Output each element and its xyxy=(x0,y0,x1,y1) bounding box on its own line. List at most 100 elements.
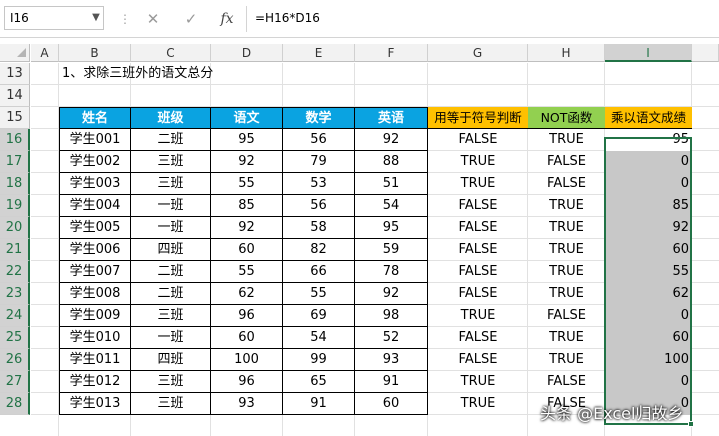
row-header-26[interactable]: 26 xyxy=(0,349,30,371)
column-header-a[interactable]: A xyxy=(31,44,59,62)
helper-cell[interactable]: TRUE xyxy=(428,393,528,415)
table-cell[interactable]: 60 xyxy=(211,239,283,261)
row-header-23[interactable]: 23 xyxy=(0,283,30,305)
table-cell[interactable]: 85 xyxy=(211,195,283,217)
table-cell[interactable]: 79 xyxy=(283,151,355,173)
table-cell[interactable]: 一班 xyxy=(131,327,211,349)
column-header-b[interactable]: B xyxy=(59,44,131,62)
table-cell[interactable]: 学生011 xyxy=(59,349,131,371)
table-cell[interactable]: 二班 xyxy=(131,283,211,305)
table-cell[interactable]: 52 xyxy=(355,327,428,349)
row-header-24[interactable]: 24 xyxy=(0,305,30,327)
helper-cell[interactable]: TRUE xyxy=(528,217,605,239)
helper-cell[interactable]: TRUE xyxy=(528,327,605,349)
table-cell[interactable]: 二班 xyxy=(131,129,211,151)
helper-cell[interactable]: FALSE xyxy=(428,283,528,305)
helper-cell[interactable]: TRUE xyxy=(528,261,605,283)
row-header-18[interactable]: 18 xyxy=(0,173,30,195)
helper-cell[interactable]: FALSE xyxy=(528,371,605,393)
table-cell[interactable]: 四班 xyxy=(131,239,211,261)
helper-cell[interactable]: TRUE xyxy=(528,195,605,217)
table-cell[interactable]: 学生003 xyxy=(59,173,131,195)
row-header-20[interactable]: 20 xyxy=(0,217,30,239)
formula-input[interactable]: =H16*D16 xyxy=(255,6,715,30)
row-header-13[interactable]: 13 xyxy=(0,63,30,85)
row-header-14[interactable]: 14 xyxy=(0,85,30,107)
table-cell[interactable]: 78 xyxy=(355,261,428,283)
table-cell[interactable]: 100 xyxy=(211,349,283,371)
table-cell[interactable]: 学生002 xyxy=(59,151,131,173)
table-cell[interactable]: 95 xyxy=(355,217,428,239)
table-cell[interactable]: 88 xyxy=(355,151,428,173)
helper-cell[interactable]: FALSE xyxy=(528,173,605,195)
table-cell[interactable]: 96 xyxy=(211,305,283,327)
row-header-16[interactable]: 16 xyxy=(0,129,30,151)
formula-bar-separator[interactable]: ⋮ xyxy=(119,9,131,29)
table-cell[interactable]: 95 xyxy=(211,129,283,151)
table-cell[interactable]: 学生006 xyxy=(59,239,131,261)
row-header-19[interactable]: 19 xyxy=(0,195,30,217)
cancel-icon[interactable]: ✕ xyxy=(142,8,164,30)
helper-cell[interactable]: FALSE xyxy=(528,151,605,173)
helper-cell[interactable]: FALSE xyxy=(528,305,605,327)
table-header-1[interactable]: 姓名 xyxy=(59,107,131,129)
table-cell[interactable]: 学生001 xyxy=(59,129,131,151)
helper-cell[interactable]: FALSE xyxy=(428,195,528,217)
chevron-down-icon[interactable]: ▼ xyxy=(88,6,104,30)
column-header-f[interactable]: F xyxy=(355,44,428,62)
table-cell[interactable]: 三班 xyxy=(131,173,211,195)
table-cell[interactable]: 四班 xyxy=(131,349,211,371)
table-header-5[interactable]: 英语 xyxy=(355,107,428,129)
helper-cell[interactable]: TRUE xyxy=(428,305,528,327)
helper-cell[interactable]: TRUE xyxy=(528,239,605,261)
helper-header-1[interactable]: 用等于符号判断 xyxy=(428,107,528,129)
table-cell[interactable]: 60 xyxy=(211,327,283,349)
helper-cell[interactable]: TRUE xyxy=(528,349,605,371)
fill-handle[interactable] xyxy=(688,421,694,427)
table-cell[interactable]: 99 xyxy=(283,349,355,371)
helper-cell[interactable]: TRUE xyxy=(428,371,528,393)
table-cell[interactable]: 56 xyxy=(283,129,355,151)
helper-header-3[interactable]: 乘以语文成绩 xyxy=(605,107,692,129)
table-cell[interactable]: 92 xyxy=(211,151,283,173)
table-cell[interactable]: 55 xyxy=(211,261,283,283)
table-cell[interactable]: 58 xyxy=(283,217,355,239)
table-cell[interactable]: 55 xyxy=(283,283,355,305)
helper-cell[interactable]: TRUE xyxy=(428,151,528,173)
table-cell[interactable]: 53 xyxy=(283,173,355,195)
helper-cell[interactable]: FALSE xyxy=(428,261,528,283)
column-header-h[interactable]: H xyxy=(528,44,605,62)
table-cell[interactable]: 59 xyxy=(355,239,428,261)
table-cell[interactable]: 69 xyxy=(283,305,355,327)
row-header-15[interactable]: 15 xyxy=(0,107,30,129)
table-cell[interactable]: 54 xyxy=(283,327,355,349)
table-cell[interactable]: 51 xyxy=(355,173,428,195)
table-cell[interactable]: 三班 xyxy=(131,305,211,327)
column-header-e[interactable]: E xyxy=(283,44,355,62)
column-header-i[interactable]: I xyxy=(605,44,692,62)
helper-cell[interactable]: FALSE xyxy=(428,239,528,261)
table-cell[interactable]: 54 xyxy=(355,195,428,217)
table-cell[interactable]: 一班 xyxy=(131,217,211,239)
table-cell[interactable]: 92 xyxy=(355,129,428,151)
table-cell[interactable]: 96 xyxy=(211,371,283,393)
table-cell[interactable]: 82 xyxy=(283,239,355,261)
table-cell[interactable]: 学生009 xyxy=(59,305,131,327)
table-cell[interactable]: 93 xyxy=(211,393,283,415)
column-header-g[interactable]: G xyxy=(428,44,528,62)
table-cell[interactable]: 91 xyxy=(283,393,355,415)
table-cell[interactable]: 三班 xyxy=(131,151,211,173)
row-header-27[interactable]: 27 xyxy=(0,371,30,393)
table-cell[interactable]: 学生012 xyxy=(59,371,131,393)
table-cell[interactable]: 55 xyxy=(211,173,283,195)
helper-cell[interactable]: FALSE xyxy=(428,327,528,349)
table-cell[interactable]: 三班 xyxy=(131,371,211,393)
table-cell[interactable]: 91 xyxy=(355,371,428,393)
helper-cell[interactable]: FALSE xyxy=(428,217,528,239)
helper-cell[interactable]: TRUE xyxy=(428,173,528,195)
helper-cell[interactable]: TRUE xyxy=(528,129,605,151)
insert-function-icon[interactable]: fx xyxy=(216,8,238,30)
table-cell[interactable]: 学生005 xyxy=(59,217,131,239)
helper-cell[interactable]: TRUE xyxy=(528,283,605,305)
table-cell[interactable]: 92 xyxy=(211,217,283,239)
